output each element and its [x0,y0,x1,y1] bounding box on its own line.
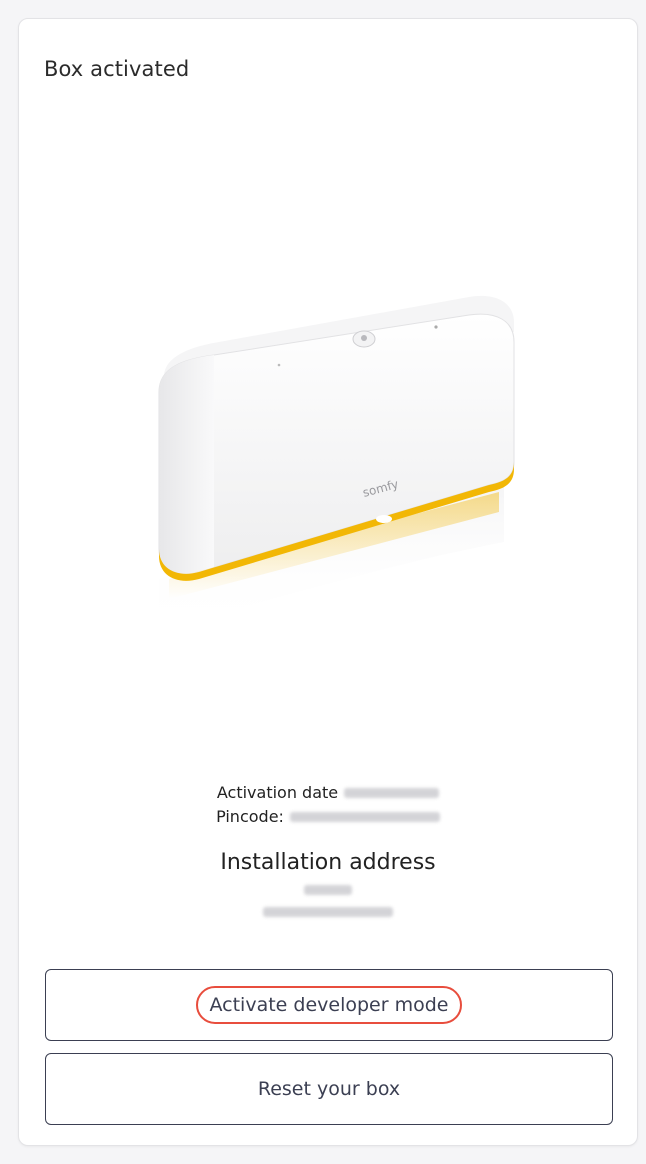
activate-developer-mode-button[interactable]: Activate developer mode [45,969,613,1041]
activation-date-label: Activation date [216,783,339,802]
box-card: Box activated somfy Activation date Pinc… [18,18,638,1146]
activation-date-row: Activation date [19,781,637,805]
box-info: Activation date Pincode: Installation ad… [19,781,637,923]
address-line-1 [19,879,637,901]
reset-box-label: Reset your box [257,1078,401,1100]
activate-developer-mode-label: Activate developer mode [209,994,449,1016]
pincode-label: Pincode: [216,807,284,826]
pincode-row: Pincode: [19,805,637,829]
installation-address-title: Installation address [220,850,436,875]
activation-date-value-redacted [344,788,440,798]
developer-mode-highlight: Activate developer mode [195,986,463,1024]
somfy-box-image: somfy [158,295,515,632]
card-title: Box activated [44,57,190,81]
pincode-value-redacted [289,812,440,822]
address-line-2-redacted [263,907,393,917]
address-line-2 [19,901,637,923]
reset-box-button[interactable]: Reset your box [45,1053,613,1125]
address-line-1-redacted [304,885,352,895]
